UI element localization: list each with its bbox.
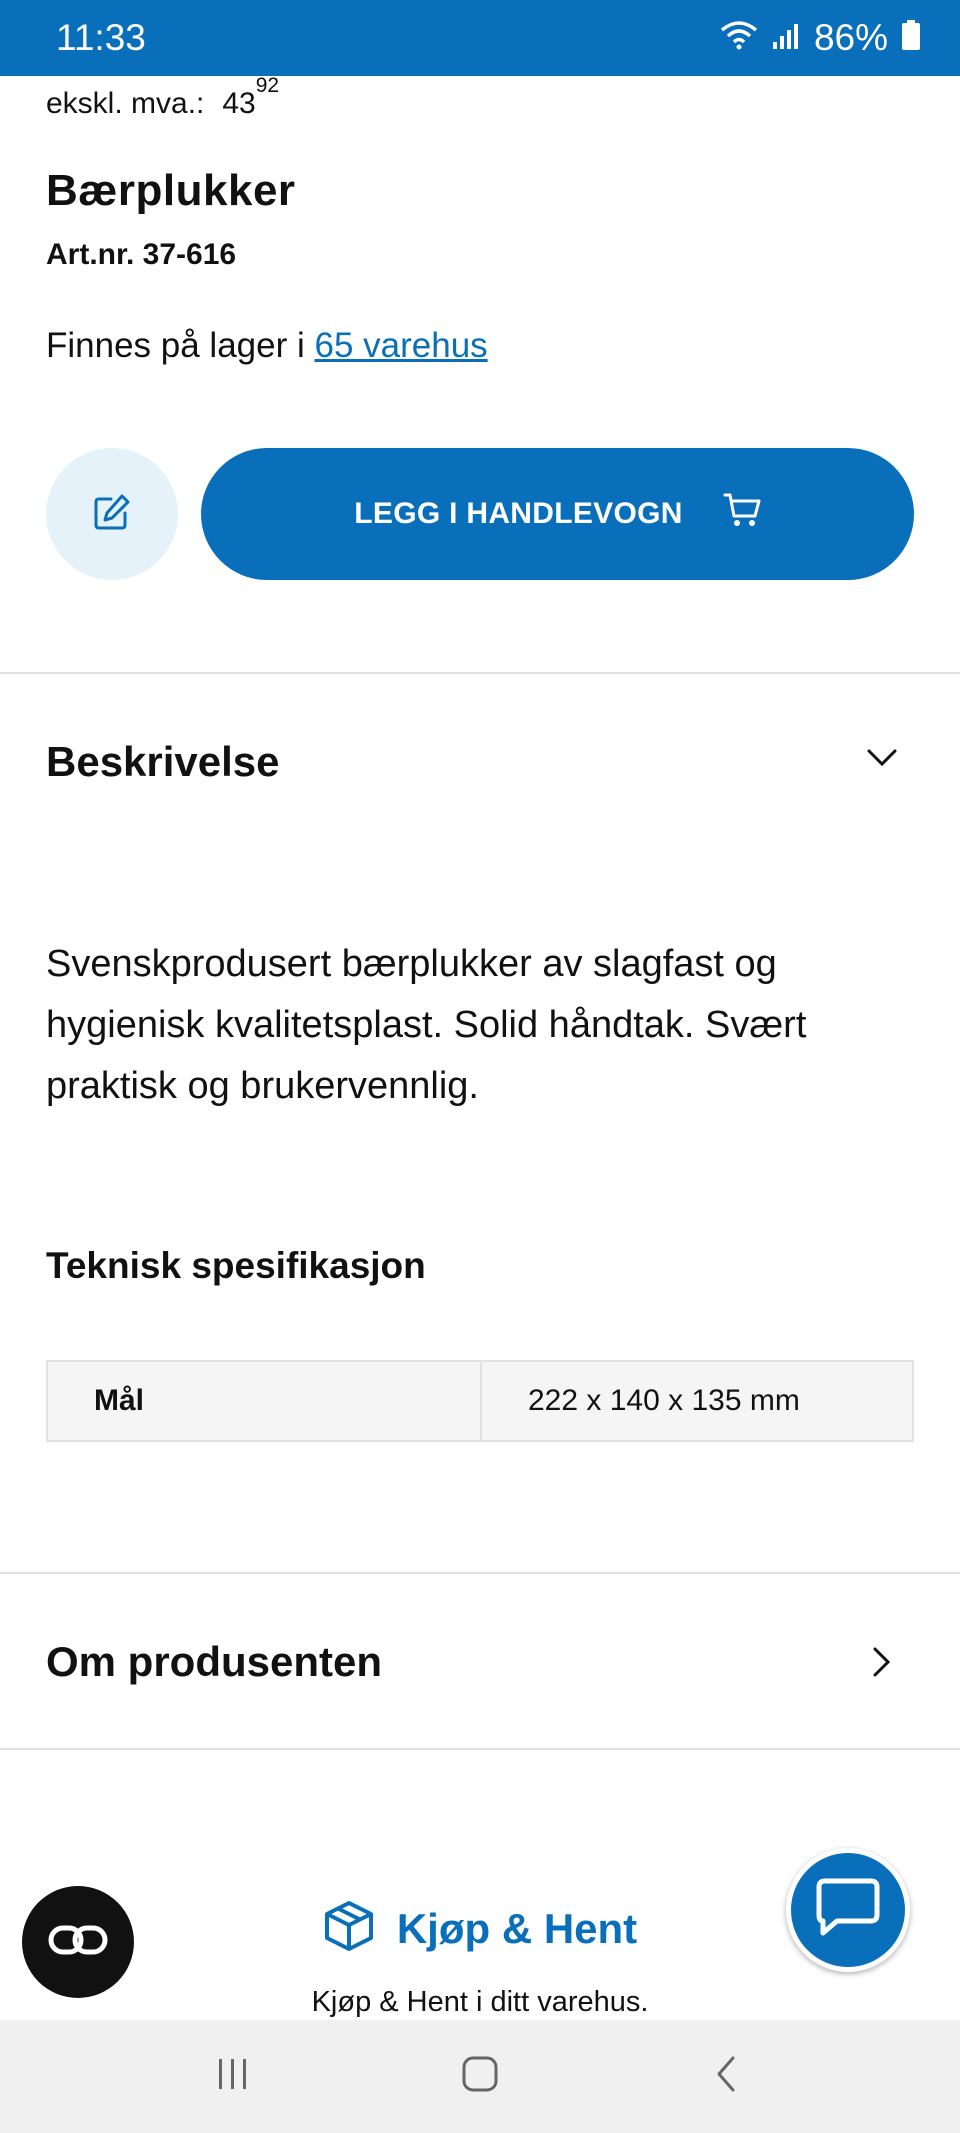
stock-info: Finnes på lager i 65 varehus	[46, 326, 488, 366]
status-icons: 86%	[720, 17, 920, 59]
promo-subtitle: Kjøp & Hent i ditt varehus.	[311, 1986, 649, 2018]
chevron-right-icon[interactable]	[872, 1646, 892, 1683]
stock-stores-link[interactable]: 65 varehus	[314, 326, 487, 365]
home-icon	[460, 2054, 500, 2099]
description-header[interactable]: Beskrivelse	[46, 738, 280, 786]
page: 11:33 86% ekskl. mva.: 4392 Bærplukker A…	[0, 0, 960, 2133]
stock-prefix: Finnes på lager i	[46, 326, 315, 365]
chat-button[interactable]	[786, 1848, 910, 1972]
signal-icon	[772, 17, 800, 59]
recent-apps-icon	[213, 2054, 253, 2099]
status-time: 11:33	[56, 17, 146, 58]
back-button[interactable]	[687, 2037, 767, 2117]
add-to-list-button[interactable]	[46, 448, 178, 580]
link-floating-button[interactable]	[22, 1886, 134, 1998]
add-to-cart-label: LEGG I HANDLEVOGN	[354, 497, 683, 530]
spec-table: Mål 222 x 140 x 135 mm	[46, 1360, 914, 1442]
divider	[0, 1748, 960, 1750]
article-number: Art.nr. 37-616	[46, 238, 237, 271]
recent-apps-button[interactable]	[193, 2037, 273, 2117]
price-excl-vat: ekskl. mva.: 4392	[46, 74, 279, 121]
box-icon	[323, 1900, 375, 1957]
divider	[0, 1572, 960, 1574]
add-to-cart-button[interactable]: LEGG I HANDLEVOGN	[201, 448, 914, 580]
producer-header[interactable]: Om produsenten	[46, 1638, 382, 1686]
back-icon	[707, 2054, 747, 2099]
spec-title: Teknisk spesifikasjon	[46, 1245, 426, 1286]
chevron-down-icon[interactable]	[866, 748, 898, 773]
description-text: Svenskprodusert bærplukker av slagfast o…	[46, 943, 807, 1107]
spec-key: Mål	[48, 1362, 482, 1440]
battery-icon	[902, 17, 920, 59]
chat-icon	[815, 1877, 881, 1944]
home-button[interactable]	[440, 2037, 520, 2117]
divider	[0, 672, 960, 674]
promo-title: Kjøp & Hent	[396, 1904, 638, 1952]
status-bar: 11:33 86%	[0, 0, 960, 76]
price-cents: 92	[255, 74, 280, 97]
cart-icon	[723, 492, 761, 536]
edit-note-icon	[93, 493, 131, 536]
wifi-icon	[720, 17, 758, 59]
product-title: Bærplukker	[46, 166, 296, 215]
spec-value: 222 x 140 x 135 mm	[528, 1384, 800, 1417]
link-icon	[48, 1925, 108, 1960]
price-label: ekskl. mva.:	[46, 87, 205, 120]
battery-percent: 86%	[813, 17, 888, 58]
system-nav-bar	[0, 2020, 960, 2133]
price-main: 43	[222, 87, 256, 120]
price-value: 4392	[222, 74, 279, 121]
